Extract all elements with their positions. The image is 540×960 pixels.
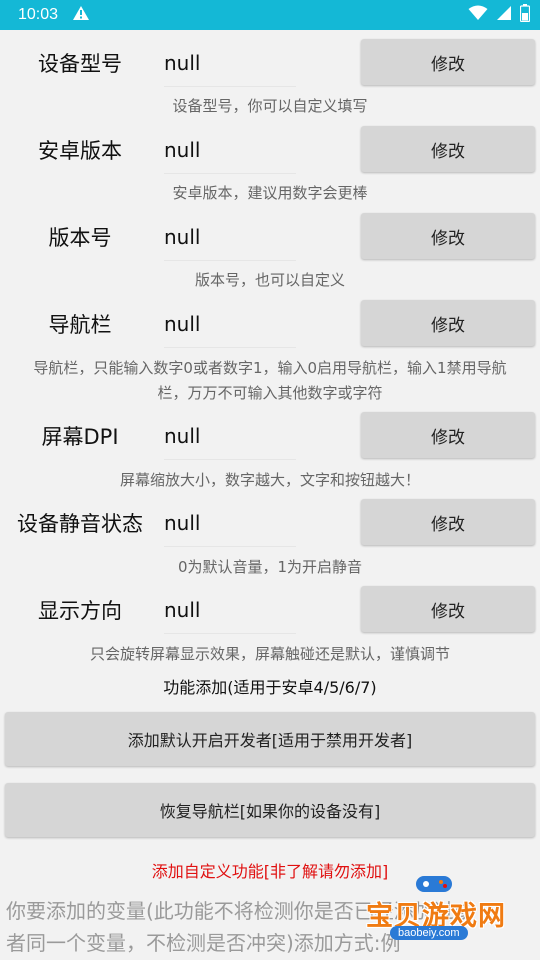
setting-description: 只会旋转屏幕显示效果，屏幕触碰还是默认，谨慎调节 [89,645,450,663]
warning-icon [72,5,90,25]
modify-button[interactable]: 修改 [361,586,535,632]
setting-description: 屏幕缩放大小，数字越大，文字和按钮越大！ [119,471,420,489]
setting-description: 设备型号，你可以自定义填写 [172,97,368,115]
setting-description: 0为默认音量，1为开启静音 [177,558,363,576]
watermark-url: baobeiy.com [390,926,468,940]
wifi-icon [468,5,488,25]
setting-label: 显示方向 [38,599,122,623]
modify-button[interactable]: 修改 [361,213,535,259]
restore-navbar-button[interactable]: 恢复导航栏[如果你的设备没有] [5,783,535,837]
status-time: 10:03 [18,6,59,23]
modify-button[interactable]: 修改 [361,126,535,172]
enable-developer-button[interactable]: 添加默认开启开发者[适用于禁用开发者] [5,712,535,766]
setting-label: 安卓版本 [38,139,122,163]
features-title: 功能添加(适用于安卓4/5/6/7) [163,678,377,697]
setting-value-input[interactable]: null [164,300,296,348]
setting-value-input[interactable]: null [164,412,296,460]
setting-label: 设备型号 [38,52,122,76]
setting-value-input[interactable]: null [164,499,296,547]
cell-signal-icon [496,5,512,25]
status-bar: 10:03 [0,0,540,30]
setting-label: 屏幕DPI [41,425,119,449]
modify-button[interactable]: 修改 [361,499,535,545]
setting-description-line2: 栏，万万不可输入其他数字或字符 [157,384,383,402]
setting-description: 安卓版本，建议用数字会更棒 [172,184,368,202]
modify-button[interactable]: 修改 [361,39,535,85]
modify-button[interactable]: 修改 [361,412,535,458]
setting-label: 设备静音状态 [17,512,143,536]
setting-value-input[interactable]: null [164,126,296,174]
modify-button[interactable]: 修改 [361,300,535,346]
watermark-logo: 宝贝游戏网 baobeiy.com [360,872,538,942]
setting-label: 导航栏 [48,313,112,337]
setting-label: 版本号 [48,226,112,250]
setting-description-line1: 导航栏，只能输入数字0或者数字1，输入0启用导航栏，输入1禁用导航 [33,359,507,377]
setting-value-input[interactable]: null [164,213,296,261]
battery-icon [519,4,531,26]
setting-description: 版本号，也可以自定义 [194,271,345,289]
setting-value-input[interactable]: null [164,586,296,634]
setting-value-input[interactable]: null [164,39,296,87]
